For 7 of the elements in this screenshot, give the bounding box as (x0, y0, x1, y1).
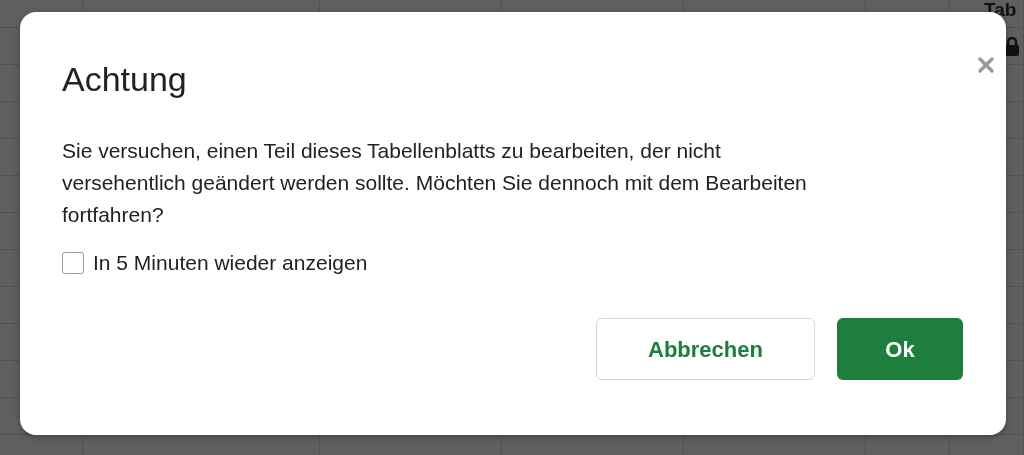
checkbox-label: In 5 Minuten wieder anzeigen (93, 250, 368, 276)
dialog-message: Sie versuchen, einen Teil dieses Tabellenblatts zu bearbeiten, der nicht versehentlich geändert werden sollte. Möchten Sie dennoch mit dem Bearbeiten fortfahren? (62, 138, 808, 228)
ok-button[interactable]: Ok (837, 318, 963, 380)
checkbox[interactable] (62, 252, 84, 274)
dialog-title: Achtung (62, 59, 187, 100)
cancel-button[interactable]: Abbrechen (596, 318, 815, 380)
lock-icon (1004, 36, 1020, 56)
